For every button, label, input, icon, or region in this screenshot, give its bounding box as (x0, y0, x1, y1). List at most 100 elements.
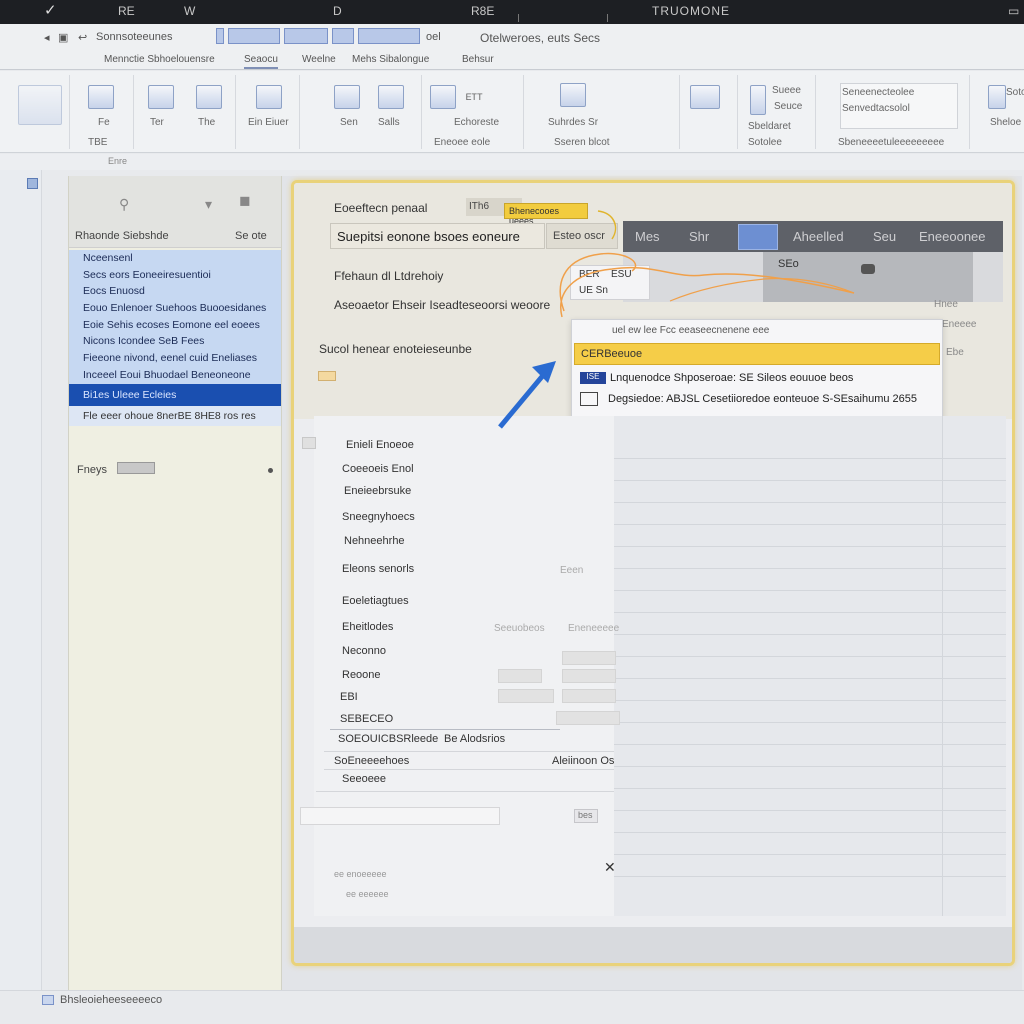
grid-subheader-button[interactable] (861, 264, 875, 274)
menu-item[interactable]: BER (579, 269, 600, 280)
nav-item[interactable]: Eoie Sehis ecoses Eomone eel eoees (69, 317, 281, 334)
field-value-box[interactable] (498, 689, 554, 703)
dialog-checkbox[interactable] (318, 371, 336, 381)
field-item[interactable]: Nehneehrhe (344, 535, 405, 547)
nav-item[interactable]: Inceeel Eoui Bhuodael Beneoneone (69, 367, 281, 384)
field-item[interactable]: Sneegnyhoecs (342, 511, 415, 523)
tab-active[interactable]: Seaocu (244, 54, 278, 69)
grid-column-header[interactable]: Mes (635, 229, 660, 244)
qat-undo-icon[interactable]: ↩ (78, 31, 87, 44)
export-icon[interactable] (988, 85, 1006, 109)
field-value-box[interactable] (562, 689, 616, 703)
nav-item[interactable]: Nceensenl (69, 250, 281, 267)
ribbon-label: Seneenecteolee (842, 87, 915, 98)
qat-left-label: Sonnsoteeunes (96, 31, 173, 43)
field-value-box[interactable] (562, 651, 616, 665)
nav-header: ⚲ ▾ ◼ Rhaonde Siebshde Se ote (69, 176, 281, 248)
nav-item[interactable]: Nicons Icondee SeB Fees (69, 333, 281, 350)
table-icon[interactable] (88, 85, 114, 109)
qat-button[interactable] (358, 28, 420, 44)
titlebar-item: W (184, 4, 196, 18)
qat-button[interactable] (332, 28, 354, 44)
field-item[interactable]: EBI (340, 691, 358, 703)
field-item[interactable]: Neconno (342, 645, 386, 657)
field-item[interactable]: SEBECEO (340, 713, 393, 725)
relationship-icon[interactable] (430, 85, 456, 109)
qat-button[interactable] (284, 28, 328, 44)
bullet-icon (268, 468, 273, 473)
tab-review[interactable]: Behsur (462, 54, 494, 65)
nav-field-input[interactable] (117, 462, 155, 474)
grid-column-selected[interactable] (738, 224, 778, 250)
ribbon-label: Sen (340, 117, 358, 128)
tab-insert[interactable]: Weelne (302, 54, 336, 65)
module-icon[interactable] (378, 85, 404, 109)
field-item[interactable]: Coeeoeis Enol (342, 463, 414, 475)
field-item[interactable]: Eheitlodes (342, 621, 393, 633)
report-icon[interactable] (196, 85, 222, 109)
qat-button[interactable] (216, 28, 224, 44)
title-bar: ✓ RE W D R8E TRUOMONE ▭ (0, 0, 1024, 24)
paste-icon[interactable] (18, 85, 62, 125)
field-item[interactable]: Eneieebrsuke (344, 485, 411, 497)
field-item[interactable]: Eleons senorls (342, 563, 414, 575)
footer-input[interactable] (300, 807, 500, 825)
ribbon-group: Ter The (136, 75, 236, 149)
field-item[interactable]: Reoone (342, 669, 381, 681)
nav-item[interactable]: Fle eeer ohoue 8nerBE 8HE8 ros res (69, 405, 281, 426)
status-view-icon[interactable] (42, 995, 54, 1005)
field-value-box[interactable] (562, 669, 616, 683)
grid-column-header[interactable]: Eneeoonee (919, 229, 986, 244)
menu-item[interactable]: ESU (611, 269, 632, 280)
chart-icon[interactable] (690, 85, 720, 109)
nav-action[interactable]: Se ote (235, 230, 267, 242)
dialog-field[interactable]: Suepitsi eonone bsoes eoneure (330, 223, 545, 249)
popup-item[interactable]: ISE Lnquenodce Shposeroae: SE Sileos eouu… (580, 372, 940, 385)
ribbon-label: Sseren blcot (554, 137, 610, 148)
tab-home[interactable]: Mennctie Sbhoelouensre (104, 54, 215, 65)
field-item[interactable]: Eoeletiagtues (342, 595, 409, 607)
document-icon[interactable] (750, 85, 766, 115)
tab-layout[interactable]: Mehs Sibalongue (352, 54, 429, 65)
field-item[interactable]: SoEneeeehoes (334, 755, 409, 767)
field-item[interactable]: Enieli Enoeoe (346, 439, 414, 451)
nav-item-selected[interactable]: Bi1es Uleee Ecleies (69, 383, 281, 406)
field-value-box[interactable] (498, 669, 542, 683)
field-value: Eneneeeee (568, 623, 620, 634)
nav-item[interactable]: Eocs Enuosd (69, 283, 281, 300)
search-icon[interactable]: ⚲ (119, 196, 129, 213)
ribbon-label: Sbeldaret (748, 121, 791, 132)
field-item[interactable]: Seeoeee (342, 773, 386, 785)
qat-save-icon[interactable]: ▣ (58, 31, 68, 44)
grid-column-header[interactable]: Shr (689, 229, 709, 244)
menu-item[interactable]: UE Sn (579, 285, 608, 296)
dropdown-popup: uel ew lee Fcc eeaseecnenene eee CERBeeu… (571, 319, 943, 423)
field-value-box[interactable] (556, 711, 620, 725)
pin-icon[interactable]: ◼ (239, 192, 251, 209)
dialog-field-button[interactable]: Esteo oscr (546, 223, 618, 249)
qat-button[interactable] (228, 28, 280, 44)
nav-item[interactable]: Secs eors Eoneeiresuentioi (69, 267, 281, 284)
popup-item[interactable]: Degsiedoe: ABJSL Cesetiioredoe eonteuoe … (580, 392, 940, 406)
grid-icon[interactable] (27, 178, 38, 189)
form-icon[interactable] (148, 85, 174, 109)
checkbox-icon (580, 392, 598, 406)
nav-item[interactable]: Fieeone nivond, eenel cuid Eneliases (69, 350, 281, 367)
footer-button[interactable]: bes (574, 809, 598, 823)
grid-column-header[interactable]: Aheelled (793, 229, 844, 244)
ribbon: Fe TBE Ter The Ein Eiuer Sen Salls ᴱᵀᵀ E… (0, 71, 1024, 153)
qat-arrow-icon[interactable]: ◂ (44, 31, 50, 44)
field-value: Aleiinoon Os (552, 755, 615, 767)
window-control-icon[interactable]: ▭ (1008, 4, 1019, 18)
popup-selected-item[interactable]: CERBeeuoe (574, 343, 940, 365)
grid-column-header[interactable]: Seu (873, 229, 896, 244)
database-icon[interactable] (560, 83, 586, 107)
query-icon[interactable] (256, 85, 282, 109)
left-gutter (0, 170, 42, 990)
nav-item[interactable]: Eouo Enlenoer Suehoos Buooesidanes (69, 300, 281, 317)
close-icon[interactable]: ✕ (604, 859, 616, 876)
filter-icon[interactable]: ▾ (205, 196, 212, 213)
macro-icon[interactable] (334, 85, 360, 109)
field-list-checkbox[interactable] (302, 437, 316, 449)
field-item[interactable]: SOEOUICBSRleede (338, 733, 438, 745)
